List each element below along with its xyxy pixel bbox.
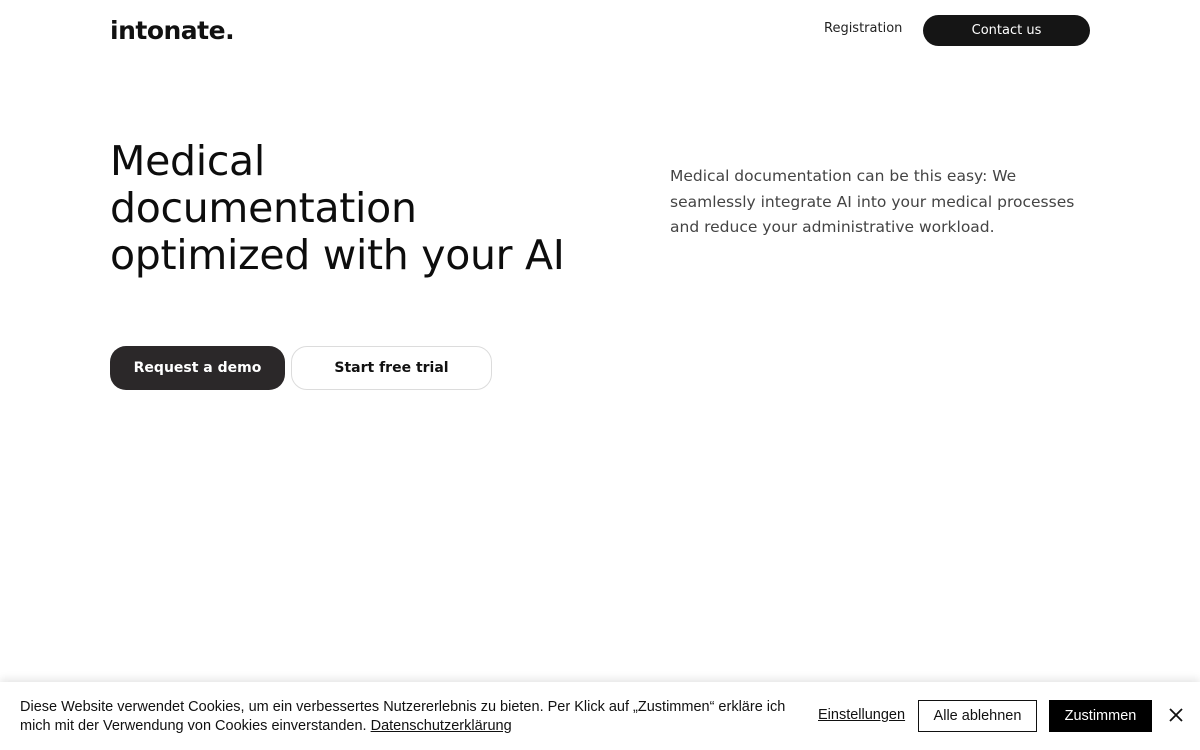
cookie-message: Diese Website verwendet Cookies, um ein … <box>20 698 810 735</box>
hero-title-line: documentation <box>110 184 417 232</box>
privacy-policy-link[interactable]: Datenschutzerklärung <box>371 718 512 734</box>
cookie-settings-button[interactable]: Einstellungen <box>818 707 905 723</box>
contact-us-button[interactable]: Contact us <box>923 15 1090 46</box>
logo[interactable]: intonate. <box>110 16 235 45</box>
accept-button[interactable]: Zustimmen <box>1049 700 1152 732</box>
hero-description: Medical documentation can be this easy: … <box>670 167 1075 236</box>
close-icon[interactable] <box>1166 705 1186 725</box>
reject-all-button[interactable]: Alle ablehnen <box>918 700 1037 732</box>
start-free-trial-button[interactable]: Start free trial <box>291 346 492 390</box>
nav-registration-link[interactable]: Registration <box>824 21 902 36</box>
cookie-banner: Diese Website verwendet Cookies, um ein … <box>0 682 1200 750</box>
hero-title-line: optimized with your AI <box>110 231 565 279</box>
hero-title: Medical documentation optimized with you… <box>110 138 630 279</box>
hero-title-line: Medical <box>110 137 265 185</box>
request-demo-button[interactable]: Request a demo <box>110 346 285 390</box>
